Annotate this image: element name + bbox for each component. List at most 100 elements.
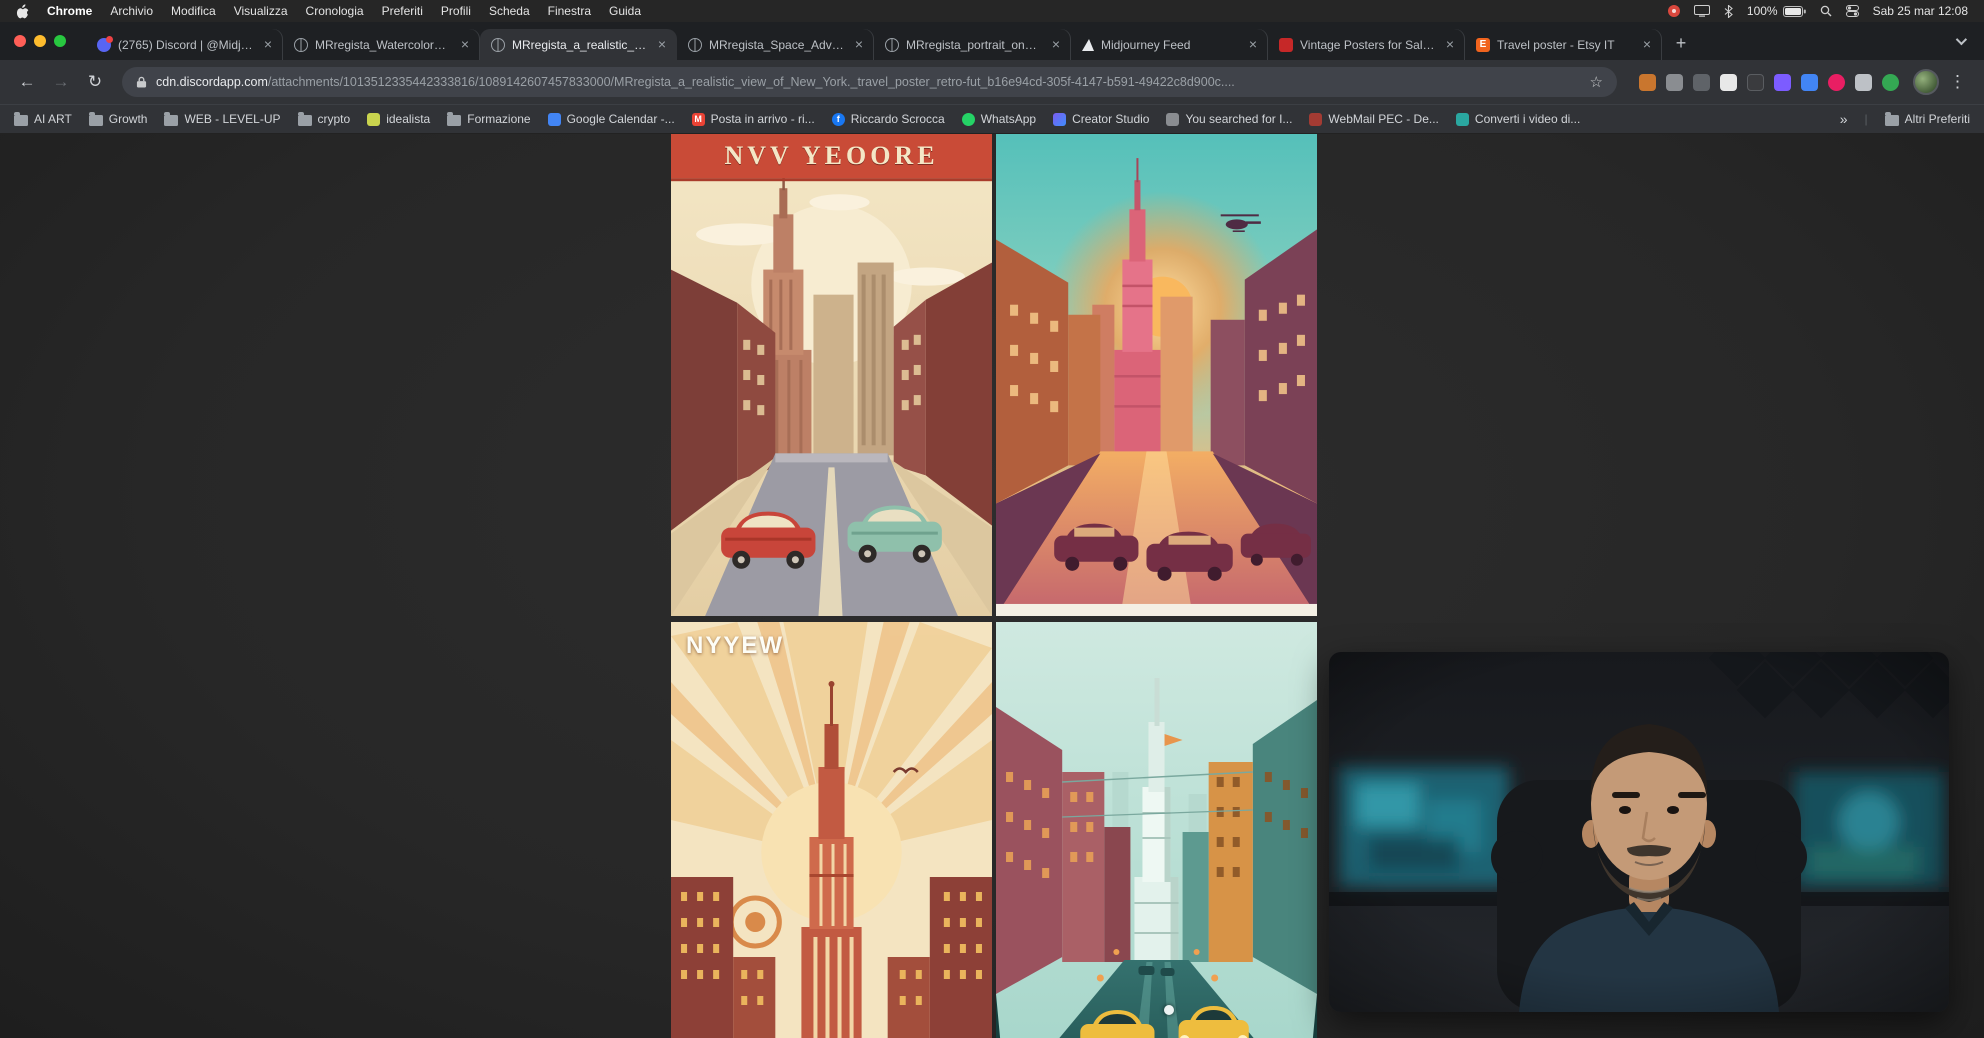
back-button[interactable]: ←: [12, 72, 42, 92]
poster-nyc-sunburst: NYYEW: [671, 622, 992, 1038]
extensions-area: [1639, 74, 1899, 91]
tab-close-icon[interactable]: ×: [851, 37, 867, 53]
tab-label: MRregista_portrait_on_a...: [906, 38, 1041, 52]
tab-realistic-view-active[interactable]: MRregista_a_realistic_vie... ×: [480, 29, 677, 60]
new-tab-button[interactable]: +: [1668, 30, 1694, 56]
bookmark-label: Google Calendar -...: [567, 112, 675, 126]
extension-icon[interactable]: [1639, 74, 1656, 91]
sun-emblem: [731, 898, 779, 946]
tab-portrait[interactable]: MRregista_portrait_on_a... ×: [874, 29, 1071, 60]
bookmark-formazione[interactable]: Formazione: [447, 112, 530, 126]
minimize-window-button[interactable]: [34, 35, 46, 47]
bookmark-label: WebMail PEC - De...: [1328, 112, 1438, 126]
chrome-menu-button[interactable]: ⋮: [1943, 72, 1972, 92]
webmail-icon: [1309, 113, 1322, 126]
extension-icon[interactable]: [1666, 74, 1683, 91]
midjourney-sail-favicon: [1082, 39, 1094, 51]
discord-favicon: [97, 38, 111, 52]
folder-icon: [14, 115, 28, 126]
tab-search-button[interactable]: [1946, 37, 1974, 45]
bookmark-creator-studio[interactable]: Creator Studio: [1053, 112, 1149, 126]
red-favicon: [1279, 38, 1293, 52]
tab-close-icon[interactable]: ×: [1639, 37, 1655, 53]
folder-icon: [447, 115, 461, 126]
extension-icon[interactable]: [1720, 74, 1737, 91]
tab-label: (2765) Discord | @Midjou: [118, 38, 253, 52]
bookmark-ai-art[interactable]: AI ART: [14, 112, 72, 126]
bookmark-label: Riccardo Scrocca: [851, 112, 945, 126]
poster-nyc-retro-cream: NVV YEOORE: [671, 134, 992, 616]
tab-close-icon[interactable]: ×: [260, 37, 276, 53]
forward-button[interactable]: →: [46, 72, 76, 92]
tab-discord[interactable]: (2765) Discord | @Midjou ×: [86, 29, 283, 60]
extension-icon[interactable]: [1882, 74, 1899, 91]
battery-percent-label: 100%: [1747, 4, 1778, 18]
tab-close-icon[interactable]: ×: [1048, 37, 1064, 53]
menu-guida[interactable]: Guida: [609, 4, 641, 18]
menu-chrome[interactable]: Chrome: [47, 4, 92, 18]
reload-button[interactable]: ↻: [80, 72, 110, 92]
bookmark-web-level-up[interactable]: WEB - LEVEL-UP: [164, 112, 280, 126]
tab-vintage-posters[interactable]: Vintage Posters for Sale |... ×: [1268, 29, 1465, 60]
recording-indicator-icon[interactable]: [1668, 5, 1680, 17]
globe-favicon: [294, 38, 308, 52]
bookmarks-divider: |: [1865, 112, 1868, 126]
extension-icon[interactable]: [1693, 74, 1710, 91]
bookmark-gmail-inbox[interactable]: MPosta in arrivo - ri...: [692, 112, 815, 126]
bookmark-you-searched[interactable]: You searched for I...: [1166, 112, 1292, 126]
tab-list: (2765) Discord | @Midjou × MRregista_Wat…: [86, 22, 1946, 60]
menu-clock[interactable]: Sab 25 mar 12:08: [1873, 4, 1968, 18]
bookmark-whatsapp[interactable]: WhatsApp: [962, 112, 1036, 126]
extension-icon[interactable]: [1774, 74, 1791, 91]
bookmark-facebook-profile[interactable]: fRiccardo Scrocca: [832, 112, 945, 126]
close-window-button[interactable]: [14, 35, 26, 47]
menu-modifica[interactable]: Modifica: [171, 4, 216, 18]
bookmark-converti-video[interactable]: Converti i video di...: [1456, 112, 1580, 126]
midjourney-image-grid: NVV YEOORE: [671, 134, 1317, 1038]
tab-close-icon[interactable]: ×: [457, 37, 473, 53]
bookmark-crypto[interactable]: crypto: [298, 112, 351, 126]
tab-midjourney-feed[interactable]: Midjourney Feed ×: [1071, 29, 1268, 60]
apple-icon[interactable]: [16, 4, 29, 19]
extension-icon[interactable]: [1747, 74, 1764, 91]
bookmark-label: AI ART: [34, 112, 72, 126]
tab-watercolor[interactable]: MRregista_Watercolor_Pa... ×: [283, 29, 480, 60]
page-content: NVV YEOORE: [0, 134, 1984, 1038]
bookmark-google-calendar[interactable]: Google Calendar -...: [548, 112, 675, 126]
extension-icon[interactable]: [1801, 74, 1818, 91]
tab-close-icon[interactable]: ×: [1245, 37, 1261, 53]
tab-close-icon[interactable]: ×: [654, 37, 670, 53]
bookmark-idealista[interactable]: idealista: [367, 112, 430, 126]
menu-finestra[interactable]: Finestra: [548, 4, 591, 18]
tab-close-icon[interactable]: ×: [1442, 37, 1458, 53]
fullscreen-window-button[interactable]: [54, 35, 66, 47]
bluetooth-icon[interactable]: [1724, 5, 1733, 18]
globe-favicon: [491, 38, 505, 52]
extension-icon[interactable]: [1855, 74, 1872, 91]
menu-visualizza[interactable]: Visualizza: [234, 4, 288, 18]
menu-preferiti[interactable]: Preferiti: [382, 4, 423, 18]
poster-nyc-taxis: [996, 622, 1317, 1038]
bookmark-altri-preferiti[interactable]: Altri Preferiti: [1885, 112, 1970, 126]
menu-profili[interactable]: Profili: [441, 4, 471, 18]
tab-etsy[interactable]: E Travel poster - Etsy IT ×: [1465, 29, 1662, 60]
screen: Chrome Archivio Modifica Visualizza Cron…: [0, 0, 1984, 1038]
bookmark-star-icon[interactable]: ☆: [1590, 73, 1603, 91]
etsy-favicon: E: [1476, 38, 1490, 52]
control-center-icon[interactable]: [1846, 5, 1859, 17]
extension-icon[interactable]: [1828, 74, 1845, 91]
tab-space-adventure[interactable]: MRregista_Space_Advent... ×: [677, 29, 874, 60]
menu-scheda[interactable]: Scheda: [489, 4, 530, 18]
url-domain: cdn.discordapp.com: [156, 75, 268, 89]
menu-cronologia[interactable]: Cronologia: [306, 4, 364, 18]
bookmark-webmail-pec[interactable]: WebMail PEC - De...: [1309, 112, 1438, 126]
profile-avatar[interactable]: [1913, 69, 1939, 95]
bookmarks-overflow-icon[interactable]: »: [1840, 111, 1848, 127]
chevron-down-icon: [1956, 34, 1967, 45]
battery-status[interactable]: 100%: [1747, 4, 1806, 18]
address-bar[interactable]: cdn.discordapp.com/attachments/101351233…: [122, 67, 1617, 97]
menu-archivio[interactable]: Archivio: [110, 4, 153, 18]
bookmark-growth[interactable]: Growth: [89, 112, 148, 126]
display-mirroring-icon[interactable]: [1694, 5, 1710, 17]
spotlight-icon[interactable]: [1820, 5, 1832, 17]
